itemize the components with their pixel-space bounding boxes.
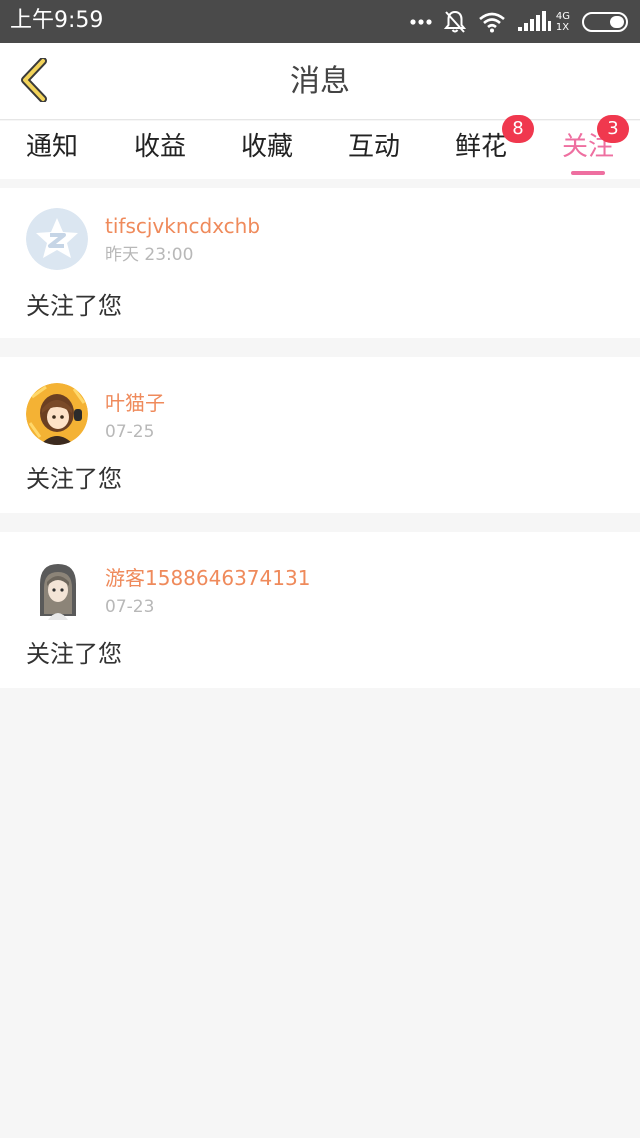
tab-flowers[interactable]: 鲜花 8 <box>455 115 535 177</box>
wifi-icon <box>478 11 506 33</box>
message-time: 07-25 <box>105 422 155 442</box>
anime-girl-avatar-icon <box>26 383 88 445</box>
message-time: 昨天 23:00 <box>105 245 194 265</box>
more-dots-icon <box>410 19 432 25</box>
status-bar: 上午9:59 4G 1X <box>0 0 640 43</box>
tab-follow[interactable]: 关注 3 <box>562 115 630 177</box>
avatar[interactable] <box>26 558 88 620</box>
tab-label: 收藏 <box>241 132 294 162</box>
tab-interaction[interactable]: 互动 <box>348 129 400 177</box>
bell-muted-icon <box>443 10 466 34</box>
tab-bar: 通知 收益 收藏 互动 鲜花 8 关注 3 <box>0 115 640 179</box>
message-text: 关注了您 <box>26 465 122 493</box>
username[interactable]: 叶猫子 <box>105 391 165 415</box>
tab-label: 收益 <box>134 132 187 162</box>
app-header: 消息 <box>0 43 640 120</box>
username[interactable]: 游客1588646374131 <box>105 566 310 590</box>
status-time: 上午9:59 <box>10 8 104 33</box>
avatar[interactable] <box>26 383 88 445</box>
message-card[interactable]: tifscjvkncdxchb 昨天 23:00 关注了您 <box>0 188 640 338</box>
message-text: 关注了您 <box>26 640 122 668</box>
status-icons: 4G 1X <box>410 8 630 36</box>
unread-badge: 3 <box>597 115 630 143</box>
tab-label: 鲜花 <box>455 132 508 162</box>
message-time: 07-23 <box>105 597 155 617</box>
hooded-girl-avatar-icon <box>26 558 88 620</box>
signal-icon <box>517 11 552 33</box>
default-qq-avatar-icon <box>26 208 88 270</box>
tab-earnings[interactable]: 收益 <box>134 129 186 177</box>
network-type: 4G 1X <box>555 11 570 33</box>
active-tab-indicator <box>571 171 605 175</box>
tab-favorites[interactable]: 收藏 <box>241 129 293 177</box>
unread-badge: 8 <box>502 115 535 143</box>
tab-label: 通知 <box>26 132 79 162</box>
page-title: 消息 <box>290 64 350 99</box>
message-text: 关注了您 <box>26 292 122 320</box>
avatar[interactable] <box>26 208 88 270</box>
battery-icon <box>582 12 630 32</box>
message-card[interactable]: 叶猫子 07-25 关注了您 <box>0 357 640 513</box>
tab-label: 互动 <box>348 132 401 162</box>
username[interactable]: tifscjvkncdxchb <box>105 214 260 238</box>
tab-notification[interactable]: 通知 <box>26 129 78 177</box>
message-card[interactable]: 游客1588646374131 07-23 关注了您 <box>0 532 640 688</box>
